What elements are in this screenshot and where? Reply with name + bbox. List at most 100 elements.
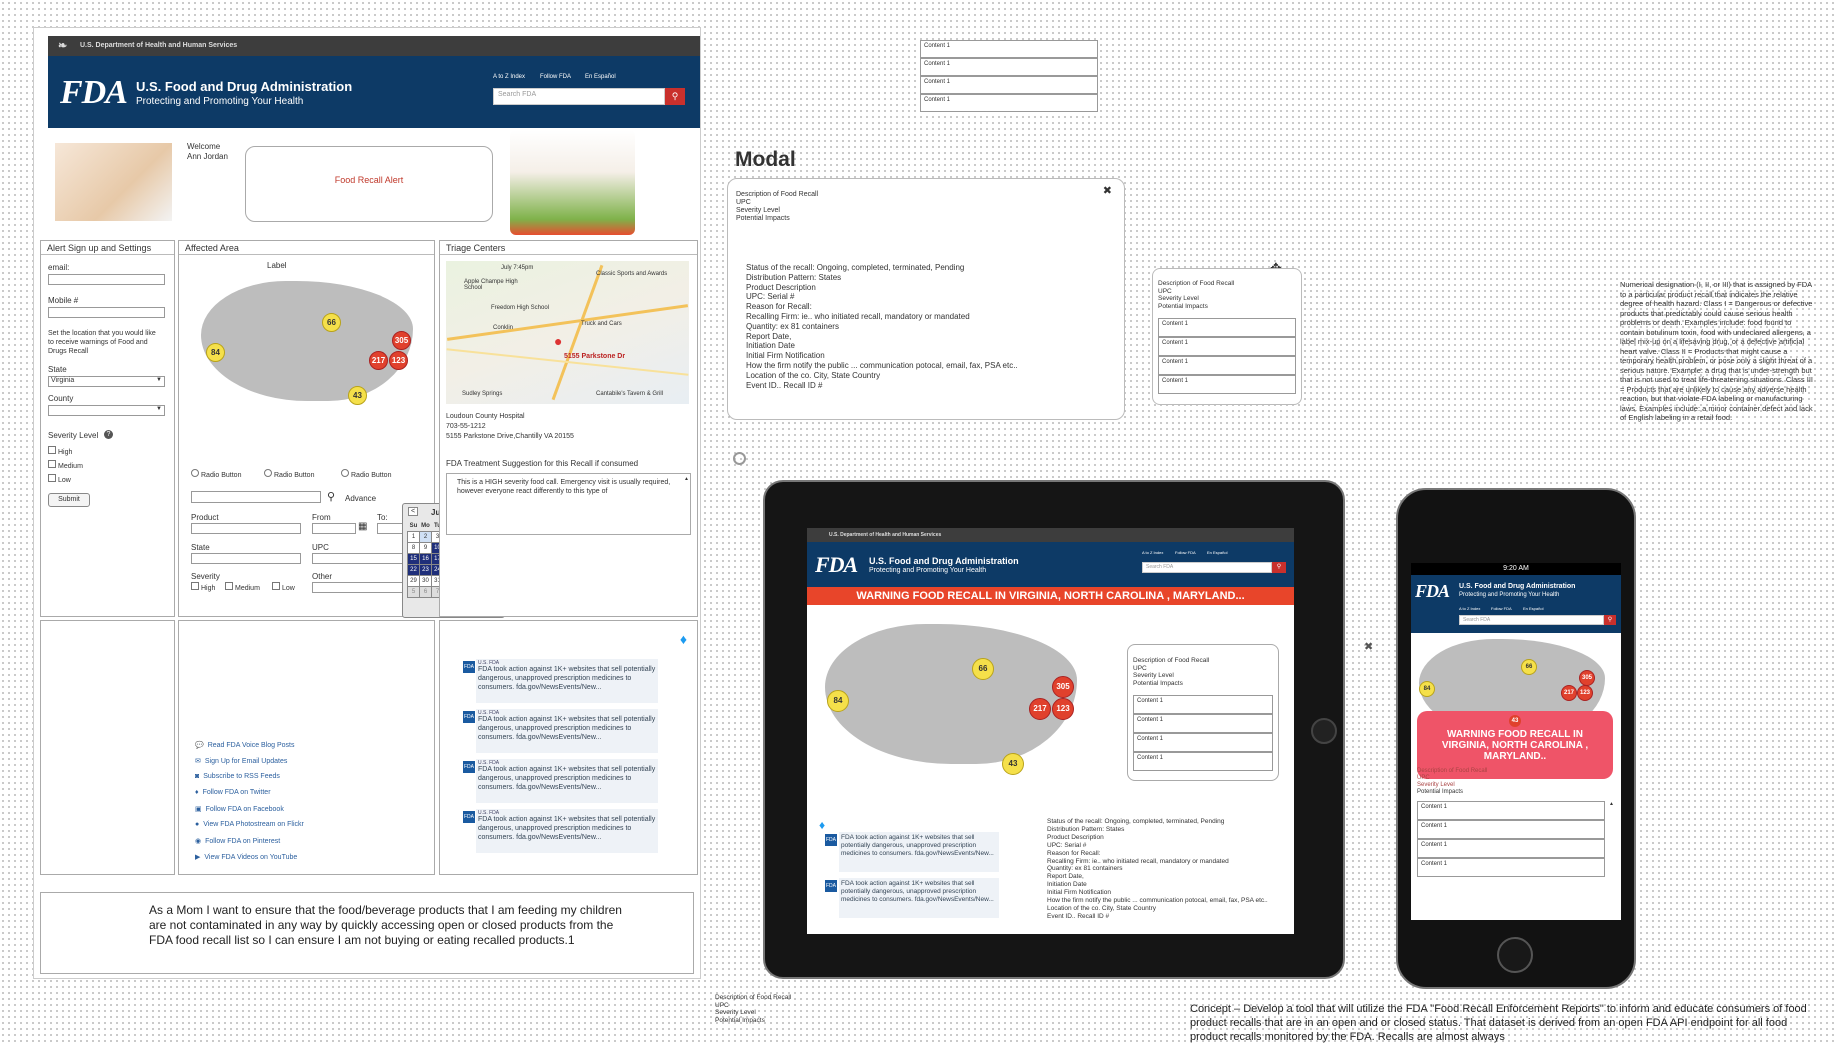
search-icon[interactable]: ⚲ [327, 490, 335, 503]
fda-logo[interactable]: FDA [60, 74, 128, 112]
day[interactable]: 30 [419, 575, 432, 587]
close-icon[interactable]: ✖ [1103, 184, 1112, 197]
radio-1[interactable]: Radio Button [191, 469, 241, 479]
state-field[interactable] [191, 553, 301, 564]
list-item[interactable]: Content 1 [1417, 839, 1605, 858]
marker-84[interactable]: 84 [827, 690, 849, 712]
search-input[interactable]: Search FDA [1459, 615, 1604, 625]
tweet[interactable]: FDA U.S. FDA FDA took action against 1K+… [463, 809, 658, 853]
marker-217[interactable]: 217 [1029, 698, 1051, 720]
state-select[interactable]: Virginia ▼ [48, 376, 165, 387]
nav-a-z[interactable]: A to Z Index [493, 74, 525, 80]
scrollbar[interactable]: ▲ [684, 476, 689, 482]
nav-a-z[interactable]: A to Z Index [1459, 606, 1480, 611]
list-item[interactable]: Content 1 [1133, 752, 1273, 771]
link-pinterest[interactable]: ◉ Follow FDA on Pinterest [195, 837, 280, 845]
scrollbar[interactable]: ▲ [1609, 801, 1614, 807]
list-item[interactable]: Content 1 [1158, 318, 1296, 337]
radio-circle[interactable] [264, 469, 272, 477]
marker-123[interactable]: 123 [389, 351, 408, 370]
list-item[interactable]: Content 1 [920, 76, 1098, 94]
advanced-search-field[interactable] [191, 491, 321, 503]
day[interactable]: 1 [407, 531, 420, 543]
twitter-icon[interactable]: ♦ [680, 631, 687, 647]
tweet[interactable]: FDA U.S. FDA FDA took action against 1K+… [463, 709, 658, 753]
link-email[interactable]: ✉ Sign Up for Email Updates [195, 757, 287, 765]
tablet-home-button[interactable] [1311, 718, 1337, 744]
link-twitter[interactable]: ♦ Follow FDA on Twitter [195, 789, 271, 796]
day[interactable]: 2 [419, 531, 432, 543]
link-facebook[interactable]: ▣ Follow FDA on Facebook [195, 805, 284, 813]
search-input[interactable]: Search FDA [493, 88, 665, 105]
list-item[interactable]: Content 1 [1158, 356, 1296, 375]
checkbox[interactable] [225, 582, 233, 590]
sev-medium[interactable]: Medium [225, 582, 260, 592]
link-blog[interactable]: 💬 Read FDA Voice Blog Posts [195, 741, 295, 749]
search-button[interactable]: ⚲ [1272, 562, 1286, 573]
day[interactable]: 23 [419, 564, 432, 576]
nav-espanol[interactable]: En Español [585, 74, 616, 80]
treatment-textarea[interactable]: This is a HIGH severity food call. Emerg… [446, 473, 691, 535]
upc-field[interactable] [312, 553, 409, 564]
help-icon[interactable]: ? [104, 430, 113, 439]
severity-low[interactable]: Low [48, 474, 71, 484]
nav-a-z[interactable]: A to Z Index [1142, 550, 1163, 555]
county-select[interactable]: ▼ [48, 405, 165, 416]
sev-low[interactable]: Low [272, 582, 295, 592]
other-field[interactable] [312, 582, 409, 593]
marker-43[interactable]: 43 [348, 386, 367, 405]
fda-logo[interactable]: FDA [1415, 581, 1450, 602]
marker-84[interactable]: 84 [206, 343, 225, 362]
day[interactable]: 6 [419, 586, 432, 598]
advance-link[interactable]: Advance [345, 494, 376, 503]
day[interactable]: 15 [407, 553, 420, 565]
marker-43[interactable]: 43 [1509, 715, 1521, 727]
marker-305[interactable]: 305 [392, 331, 411, 350]
prev-month-button[interactable]: < [408, 507, 419, 516]
email-field[interactable] [48, 274, 165, 285]
list-item[interactable]: Content 1 [920, 94, 1098, 112]
marker-43[interactable]: 43 [1002, 753, 1024, 775]
product-field[interactable] [191, 523, 301, 534]
checkbox[interactable] [191, 582, 199, 590]
marker-123[interactable]: 123 [1052, 698, 1074, 720]
marker-217[interactable]: 217 [1561, 685, 1577, 701]
list-item[interactable]: Content 1 [1133, 733, 1273, 752]
marker-66[interactable]: 66 [972, 658, 994, 680]
list-item[interactable]: Content 1 [1133, 714, 1273, 733]
marker-217[interactable]: 217 [369, 351, 388, 370]
search-button[interactable]: ⚲ [1604, 615, 1616, 625]
mobile-field[interactable] [48, 307, 165, 318]
nav-espanol[interactable]: En Español [1523, 606, 1543, 611]
phone-home-button[interactable] [1497, 937, 1533, 973]
twitter-icon[interactable]: ♦ [819, 818, 825, 832]
triage-map[interactable]: July 7:45pm Apple Champe High School Fre… [446, 261, 689, 404]
radio-circle[interactable] [191, 469, 199, 477]
day[interactable]: 9 [419, 542, 432, 554]
list-item[interactable]: Content 1 [920, 58, 1098, 76]
tweet[interactable]: FDA FDA took action against 1K+ websites… [825, 878, 999, 918]
us-map[interactable] [825, 624, 1077, 764]
link-youtube[interactable]: ▶ View FDA Videos on YouTube [195, 853, 297, 861]
nav-follow[interactable]: Follow FDA [1175, 550, 1196, 555]
fda-logo[interactable]: FDA [815, 552, 858, 578]
day[interactable]: 5 [407, 586, 420, 598]
tweet[interactable]: FDA FDA took action against 1K+ websites… [825, 832, 999, 872]
high-checkbox[interactable] [48, 446, 56, 454]
nav-espanol[interactable]: En Español [1207, 550, 1227, 555]
link-rss[interactable]: ◙ Subscribe to RSS Feeds [195, 773, 280, 780]
severity-high[interactable]: High [48, 446, 72, 456]
list-item[interactable]: Content 1 [1417, 801, 1605, 820]
submit-button[interactable]: Submit [48, 493, 90, 507]
severity-medium[interactable]: Medium [48, 460, 83, 470]
marker-66[interactable]: 66 [1521, 659, 1537, 675]
marker-305[interactable]: 305 [1052, 676, 1074, 698]
checkbox[interactable] [272, 582, 280, 590]
marker-305[interactable]: 305 [1579, 670, 1595, 686]
list-item[interactable]: Content 1 [1417, 820, 1605, 839]
marker-123[interactable]: 123 [1577, 685, 1593, 701]
from-date-field[interactable] [312, 523, 356, 534]
tweet[interactable]: FDA U.S. FDA FDA took action against 1K+… [463, 759, 658, 803]
day[interactable]: 16 [419, 553, 432, 565]
map-pin-icon[interactable]: ● [554, 333, 562, 349]
